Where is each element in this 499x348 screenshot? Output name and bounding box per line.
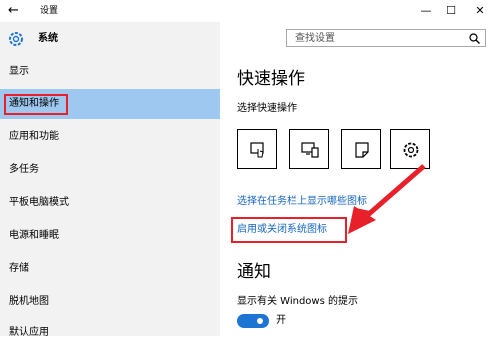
- search-icon: [469, 33, 480, 44]
- windows-tips-toggle[interactable]: [237, 314, 269, 328]
- search-placeholder: 查找设置: [295, 33, 335, 44]
- sidebar-item-label: 应用和功能: [9, 131, 59, 142]
- back-arrow-icon[interactable]: ←: [8, 3, 24, 19]
- sidebar-item-multitasking[interactable]: 多任务: [0, 155, 220, 185]
- note-icon: [355, 142, 369, 158]
- sidebar-item-offline-maps[interactable]: 脱机地图: [0, 287, 220, 317]
- sidebar-item-label: 显示: [9, 66, 29, 77]
- sidebar-item-label: 平板电脑模式: [9, 197, 69, 208]
- gear-icon: [7, 30, 25, 48]
- notifications-title: 通知: [237, 262, 271, 282]
- tablet-touch-icon: [250, 142, 264, 158]
- highlight-box-sidebar: [4, 94, 68, 115]
- project-display-icon: [301, 142, 319, 158]
- sidebar-item-storage[interactable]: 存储: [0, 254, 220, 284]
- sidebar-item-label: 电源和睡眠: [9, 230, 59, 241]
- annotation-arrow-icon: [348, 164, 426, 234]
- search-input[interactable]: 查找设置: [286, 29, 486, 47]
- sidebar-item-label: 默认应用: [9, 327, 49, 338]
- page-title: 快速操作: [237, 69, 305, 89]
- section-title: 系统: [38, 33, 58, 44]
- toggle-state-label: 开: [276, 315, 286, 326]
- sidebar-item-label: 存储: [9, 263, 29, 274]
- close-button[interactable]: ✕: [466, 2, 494, 20]
- sidebar-item-label: 多任务: [9, 164, 39, 175]
- quick-action-tablet[interactable]: [237, 129, 277, 169]
- window-title: 设置: [40, 6, 59, 16]
- sidebar-item-display[interactable]: 显示: [0, 57, 220, 87]
- sidebar-item-power[interactable]: 电源和睡眠: [0, 221, 220, 251]
- sidebar-item-apps[interactable]: 应用和功能: [0, 122, 220, 152]
- toggle-knob: [257, 318, 263, 324]
- quick-actions-subtitle: 选择快速操作: [237, 103, 297, 114]
- sidebar-item-tablet-mode[interactable]: 平板电脑模式: [0, 188, 220, 218]
- settings-gear-icon: [403, 142, 419, 158]
- highlight-box-link: [231, 217, 347, 243]
- sidebar-item-label: 脱机地图: [9, 296, 49, 307]
- quick-action-project[interactable]: [289, 129, 329, 169]
- maximize-button[interactable]: ☐: [437, 2, 465, 20]
- windows-tips-label: 显示有关 Windows 的提示: [237, 296, 358, 307]
- sidebar-item-default-apps[interactable]: 默认应用: [0, 318, 220, 348]
- minimize-button[interactable]: —: [412, 2, 440, 20]
